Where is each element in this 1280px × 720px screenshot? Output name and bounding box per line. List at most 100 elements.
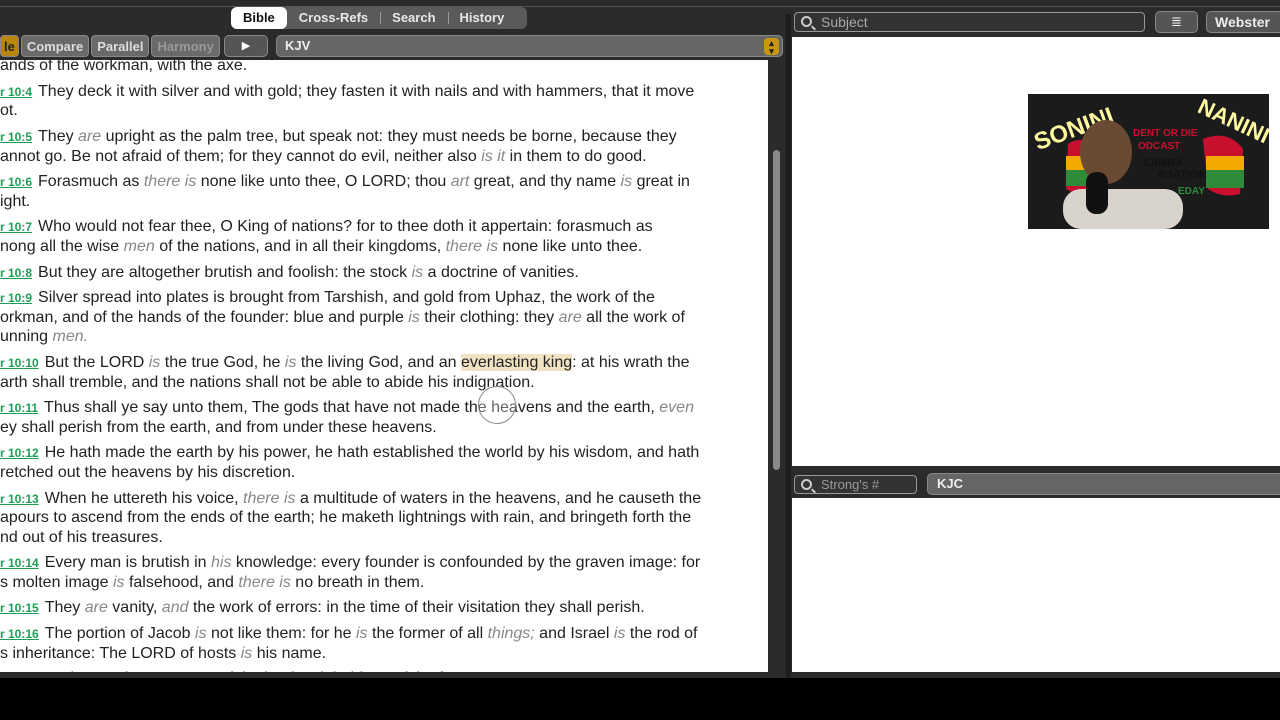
tab-history[interactable]: History [447,7,517,29]
verse: r 10:16 The portion of Jacob is not like … [0,624,760,663]
verse-line: annot go. Be not afraid of them; for the… [0,147,760,167]
tab-search[interactable]: Search [380,7,447,29]
verse-line: ight. [0,192,760,212]
verse-reference-link[interactable]: r 10:10 [0,356,39,370]
list-icon: ≣ [1171,14,1182,29]
tab-bible[interactable]: Bible [231,7,287,29]
verse-reference-link[interactable]: r 10:9 [0,291,32,305]
verse-text: nong all the wise [0,237,124,255]
verse-text: the true God, he [160,354,285,371]
italic-supplied-word: things; [487,625,535,643]
verse-text: : at his wrath the [572,354,690,371]
podcast-text: SAMBA [1143,157,1183,169]
verse: r 10:15 They are vanity, and the work of … [0,598,760,618]
verse: r 10:9 Silver spread into plates is broug… [0,288,760,347]
version-select[interactable]: KJV ▴ ▾ [276,35,783,57]
verse-text: ey shall perish from the earth, and from… [0,418,437,436]
tab-label: Search [392,10,436,25]
parallel-button[interactable]: Parallel [91,35,150,57]
verse-reference-link[interactable]: r 10:5 [0,130,32,144]
verse-line: r 10:13 When he uttereth his voice, there… [0,489,760,509]
verse-reference-link[interactable]: r 10:15 [0,601,39,615]
verse-text: orkman, and of the hands of the founder:… [0,308,409,326]
subject-search-input[interactable]: Subject [794,12,1145,32]
verse-line: ey shall perish from the earth, and from… [0,418,760,438]
italic-supplied-word: is [148,354,161,371]
verse-reference-link[interactable]: r 10:12 [0,446,39,460]
verse-reference-link[interactable]: r 10:4 [0,85,32,99]
podcast-text: RSATION [1158,169,1207,181]
menu-button[interactable]: ≣ [1155,11,1198,33]
verse-text: their clothing: they [419,308,559,326]
verse-reference-link[interactable]: r 10:7 [0,220,32,234]
pane-divider[interactable] [786,14,791,678]
italic-supplied-word: there is [238,573,291,591]
verse-text: Forasmuch as [38,173,144,191]
verse-line: r 10:17Gather up thy wares out of the la… [0,669,760,672]
verse-text: s molten image [0,573,113,591]
verse-line: r 10:16 The portion of Jacob is not like … [0,624,760,644]
verse-line: retched out the heavens by his discretio… [0,463,760,483]
app-window: Bible Cross-Refs Search History le Compa… [0,0,1280,678]
italic-supplied-word: and [161,599,189,617]
harmony-button[interactable]: Harmony [151,35,220,57]
verse-list: ands of the workman, with the axe. r 10:4… [0,60,760,672]
verse-reference-link[interactable]: r 10:13 [0,492,39,506]
verse-text: vanity, [107,599,162,617]
verse-line: r 10:8 But they are altogether brutish an… [0,263,760,283]
verse-line: r 10:5 They are upright as the palm tree,… [0,127,760,147]
podcast-text: DENT OR DIE [1133,128,1198,139]
verse-line: unning men. [0,327,760,347]
verse-text: When he uttereth his voice, [44,489,244,507]
play-icon: ▶ [241,40,251,52]
verse-line: nd out of his treasures. [0,528,760,548]
divider [0,6,1280,7]
view-toolbar: le Compare Parallel Harmony [0,35,222,57]
verse-reference-link[interactable]: r 10:14 [0,556,39,570]
bible-view-button[interactable]: le [0,35,19,57]
italic-supplied-word: there is [143,173,197,191]
verse-reference-link[interactable]: r 10:11 [0,401,38,415]
verse-reference-link[interactable]: r 10:16 [0,627,39,641]
verse-text: his name. [252,644,327,662]
divider [380,12,382,24]
verse-text: Silver spread into plates is brought fro… [38,289,655,307]
verse-line: nong all the wise men of the nations, an… [0,237,760,257]
verse-text: of the nations, and in all their kingdom… [154,237,446,255]
strongs-search-input[interactable]: Strong's # [794,475,917,494]
verse-text: a multitude of waters in the heavens, an… [295,489,702,507]
verse-text: But the LORD [44,354,149,371]
verse-text: a doctrine of vanities. [423,263,579,281]
podcast-video-image: SONINI NANINI DENT OR DIE ODCAST SAMBA R… [1028,94,1269,229]
italic-supplied-word: is [620,173,633,191]
italic-supplied-word: men [123,237,155,255]
scrollbar[interactable] [770,60,785,672]
verse-text: s inheritance: The LORD of hosts [0,644,241,662]
italic-supplied-word: there is [243,489,296,507]
compare-button[interactable]: Compare [20,35,90,57]
verse-text: the former of all [367,625,488,643]
verse-text: upright as the palm tree, but speak not:… [101,128,677,146]
strongs-version-select[interactable]: KJC [927,473,1280,495]
verse-reference-link[interactable]: r 10:6 [0,175,32,189]
verse-text: all the work of [581,308,685,326]
italic-supplied-word: is [112,573,125,591]
verse-reference-link[interactable]: r 10:8 [0,266,32,280]
webcam-overlay: SONINI NANINI DENT OR DIE ODCAST SAMBA R… [1028,94,1269,229]
verse: r 10:4 They deck it with silver and with … [0,82,760,121]
verse-line: r 10:4 They deck it with silver and with … [0,82,760,102]
verse-text: the living God, and an [296,354,461,371]
verse-line: orkman, and of the hands of the founder:… [0,308,760,328]
italic-supplied-word: his [210,554,232,572]
verse-text: no breath in them. [290,573,425,591]
italic-supplied-word: is it [481,147,506,165]
verse: r 10:12 He hath made the earth by his pow… [0,443,760,482]
play-button[interactable]: ▶ [224,35,268,57]
dictionary-select[interactable]: Webster [1206,11,1280,33]
italic-supplied-word: art [450,173,470,191]
italic-supplied-word: is [284,354,297,371]
verse-text: retched out the heavens by his discretio… [0,463,296,481]
tab-cross-refs[interactable]: Cross-Refs [287,7,380,29]
scrollbar-thumb[interactable] [773,150,780,470]
italic-supplied-word: is [240,644,253,662]
